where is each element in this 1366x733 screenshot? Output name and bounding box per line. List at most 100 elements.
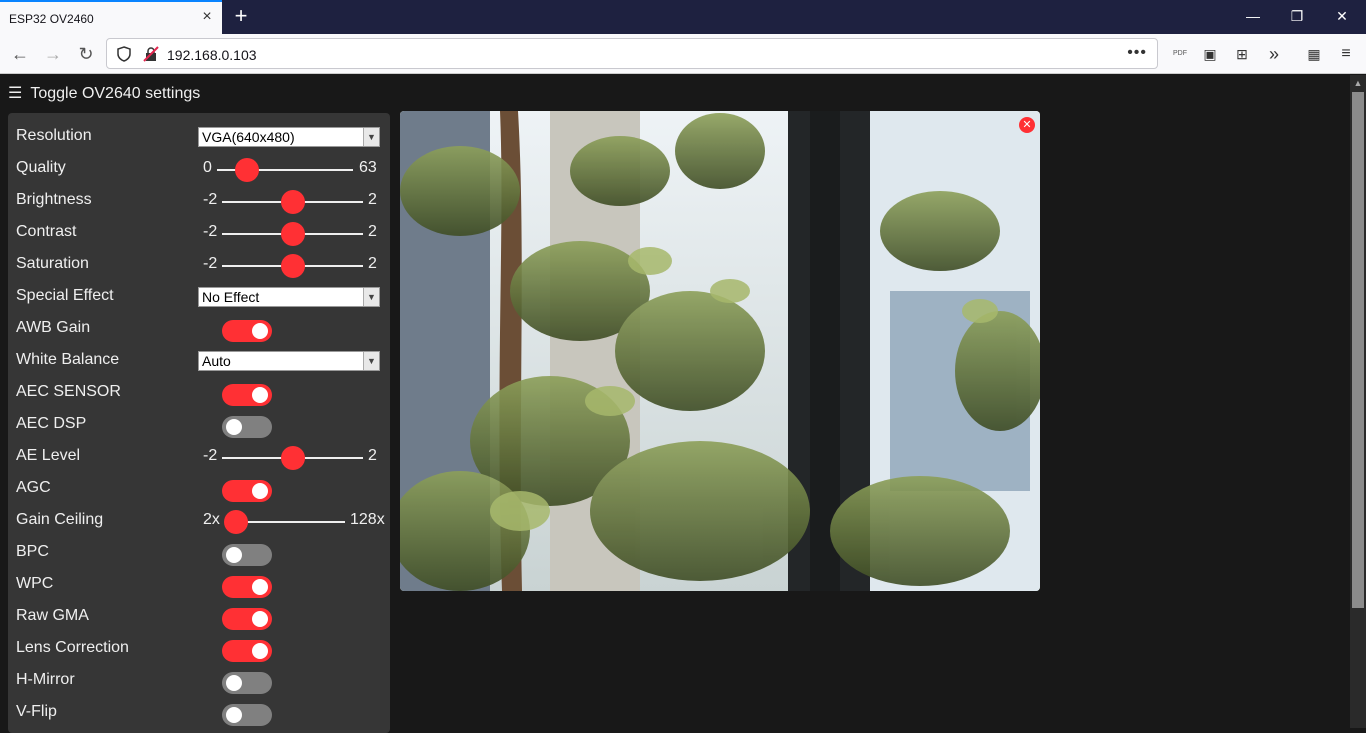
brightness-slider-thumb[interactable] bbox=[281, 190, 305, 214]
chevron-down-icon: ▼ bbox=[363, 352, 379, 370]
shield-icon[interactable] bbox=[117, 46, 131, 62]
quality-min: 0 bbox=[203, 159, 212, 176]
tab-close-icon[interactable]: × bbox=[199, 9, 215, 25]
aec-dsp-toggle[interactable] bbox=[222, 416, 272, 438]
apps-icon[interactable]: ▦ bbox=[1304, 44, 1324, 64]
special-effect-value: No Effect bbox=[202, 289, 260, 305]
menu-icon[interactable]: ≡ bbox=[1336, 44, 1356, 64]
toggle-knob bbox=[252, 483, 268, 499]
ae-level-max: 2 bbox=[368, 447, 377, 464]
page-scrollbar[interactable]: ▲ bbox=[1350, 75, 1366, 728]
insecure-lock-icon[interactable] bbox=[143, 46, 159, 62]
toggle-knob bbox=[252, 643, 268, 659]
quality-slider-thumb[interactable] bbox=[235, 158, 259, 182]
contrast-slider-thumb[interactable] bbox=[281, 222, 305, 246]
gain-ceiling-max: 128x bbox=[350, 511, 385, 528]
raw-gma-label: Raw GMA bbox=[16, 607, 89, 624]
chevron-down-icon: ▼ bbox=[363, 288, 379, 306]
new-tab-icon[interactable]: + bbox=[230, 5, 252, 27]
h-mirror-toggle[interactable] bbox=[222, 672, 272, 694]
ae-level-slider-thumb[interactable] bbox=[281, 446, 305, 470]
quality-max: 63 bbox=[359, 159, 377, 176]
settings-panel: Resolution VGA(640x480) ▼ Quality 0 63 Br… bbox=[8, 113, 390, 733]
aec-dsp-label: AEC DSP bbox=[16, 415, 87, 432]
wpc-label: WPC bbox=[16, 575, 54, 592]
v-flip-label: V-Flip bbox=[16, 703, 57, 720]
agc-toggle[interactable] bbox=[222, 480, 272, 502]
page-content: ☰ Toggle OV2640 settings Resolution VGA(6… bbox=[0, 75, 1350, 733]
aec-sensor-toggle[interactable] bbox=[222, 384, 272, 406]
white-balance-label: White Balance bbox=[16, 351, 120, 368]
aec-sensor-row: AEC SENSOR bbox=[16, 379, 382, 407]
scroll-up-icon[interactable]: ▲ bbox=[1350, 75, 1366, 91]
back-icon[interactable]: ← bbox=[8, 42, 32, 66]
window-close-icon[interactable]: ✕ bbox=[1331, 6, 1353, 26]
resolution-row: Resolution VGA(640x480) ▼ bbox=[16, 123, 382, 151]
raw-gma-toggle[interactable] bbox=[222, 608, 272, 630]
agc-label: AGC bbox=[16, 479, 51, 496]
forward-icon[interactable]: → bbox=[41, 42, 65, 66]
special-effect-select[interactable]: No Effect ▼ bbox=[198, 287, 380, 307]
ae-level-label: AE Level bbox=[16, 447, 81, 464]
special-effect-label: Special Effect bbox=[16, 287, 114, 304]
ae-level-row: AE Level -2 2 bbox=[16, 443, 382, 471]
minimize-icon[interactable]: — bbox=[1242, 6, 1264, 26]
chevron-down-icon: ▼ bbox=[363, 128, 379, 146]
close-stream-icon[interactable]: ✕ bbox=[1019, 117, 1035, 133]
bpc-toggle[interactable] bbox=[222, 544, 272, 566]
bpc-row: BPC bbox=[16, 539, 382, 567]
toggle-knob bbox=[226, 707, 242, 723]
resolution-select[interactable]: VGA(640x480) ▼ bbox=[198, 127, 380, 147]
special-effect-row: Special Effect No Effect ▼ bbox=[16, 283, 382, 311]
awb-gain-label: AWB Gain bbox=[16, 319, 91, 336]
h-mirror-label: H-Mirror bbox=[16, 671, 75, 688]
contrast-max: 2 bbox=[368, 223, 377, 240]
extension-icon[interactable]: ▣ bbox=[1200, 44, 1220, 64]
browser-tab[interactable]: ESP32 OV2460 × bbox=[0, 0, 222, 34]
bpc-label: BPC bbox=[16, 543, 49, 560]
brightness-max: 2 bbox=[368, 191, 377, 208]
hamburger-icon: ☰ bbox=[8, 85, 23, 102]
url-bar[interactable]: 192.168.0.103 ••• bbox=[106, 38, 1158, 69]
extensions-grid-icon[interactable]: ⊞ bbox=[1232, 44, 1252, 64]
raw-gma-row: Raw GMA bbox=[16, 603, 382, 631]
scrollbar-thumb[interactable] bbox=[1352, 92, 1364, 608]
toggle-knob bbox=[252, 323, 268, 339]
toggle-settings-label: Toggle OV2640 settings bbox=[30, 85, 201, 102]
agc-row: AGC bbox=[16, 475, 382, 503]
reload-icon[interactable]: ↻ bbox=[74, 42, 98, 66]
aec-sensor-label: AEC SENSOR bbox=[16, 383, 121, 400]
white-balance-select[interactable]: Auto ▼ bbox=[198, 351, 380, 371]
camera-stream-image bbox=[400, 111, 1040, 591]
aec-dsp-row: AEC DSP bbox=[16, 411, 382, 439]
contrast-min: -2 bbox=[203, 223, 218, 240]
toggle-knob bbox=[252, 579, 268, 595]
quality-row: Quality 0 63 bbox=[16, 155, 382, 183]
gain-ceiling-slider-thumb[interactable] bbox=[224, 510, 248, 534]
toggle-settings-button[interactable]: ☰ Toggle OV2640 settings bbox=[8, 83, 200, 103]
toggle-knob bbox=[226, 419, 242, 435]
lens-correction-row: Lens Correction bbox=[16, 635, 382, 663]
wpc-toggle[interactable] bbox=[222, 576, 272, 598]
white-balance-row: White Balance Auto ▼ bbox=[16, 347, 382, 375]
brightness-min: -2 bbox=[203, 191, 218, 208]
saturation-slider-thumb[interactable] bbox=[281, 254, 305, 278]
restore-icon[interactable]: ❐ bbox=[1286, 6, 1308, 26]
lens-correction-toggle[interactable] bbox=[222, 640, 272, 662]
stream-scene bbox=[400, 111, 1040, 591]
awb-gain-toggle[interactable] bbox=[222, 320, 272, 342]
toggle-knob bbox=[252, 611, 268, 627]
tab-bar: ESP32 OV2460 × + — ❐ ✕ bbox=[0, 0, 1366, 34]
resolution-label: Resolution bbox=[16, 127, 92, 144]
page-actions-icon[interactable]: ••• bbox=[1127, 44, 1147, 62]
contrast-label: Contrast bbox=[16, 223, 77, 240]
contrast-row: Contrast -2 2 bbox=[16, 219, 382, 247]
toggle-knob bbox=[226, 547, 242, 563]
toggle-knob bbox=[252, 387, 268, 403]
quality-label: Quality bbox=[16, 159, 66, 176]
extension-pdf-icon[interactable]: PDF bbox=[1170, 44, 1190, 64]
v-flip-toggle[interactable] bbox=[222, 704, 272, 726]
overflow-chevron-icon[interactable]: » bbox=[1264, 44, 1284, 64]
saturation-label: Saturation bbox=[16, 255, 89, 272]
saturation-max: 2 bbox=[368, 255, 377, 272]
